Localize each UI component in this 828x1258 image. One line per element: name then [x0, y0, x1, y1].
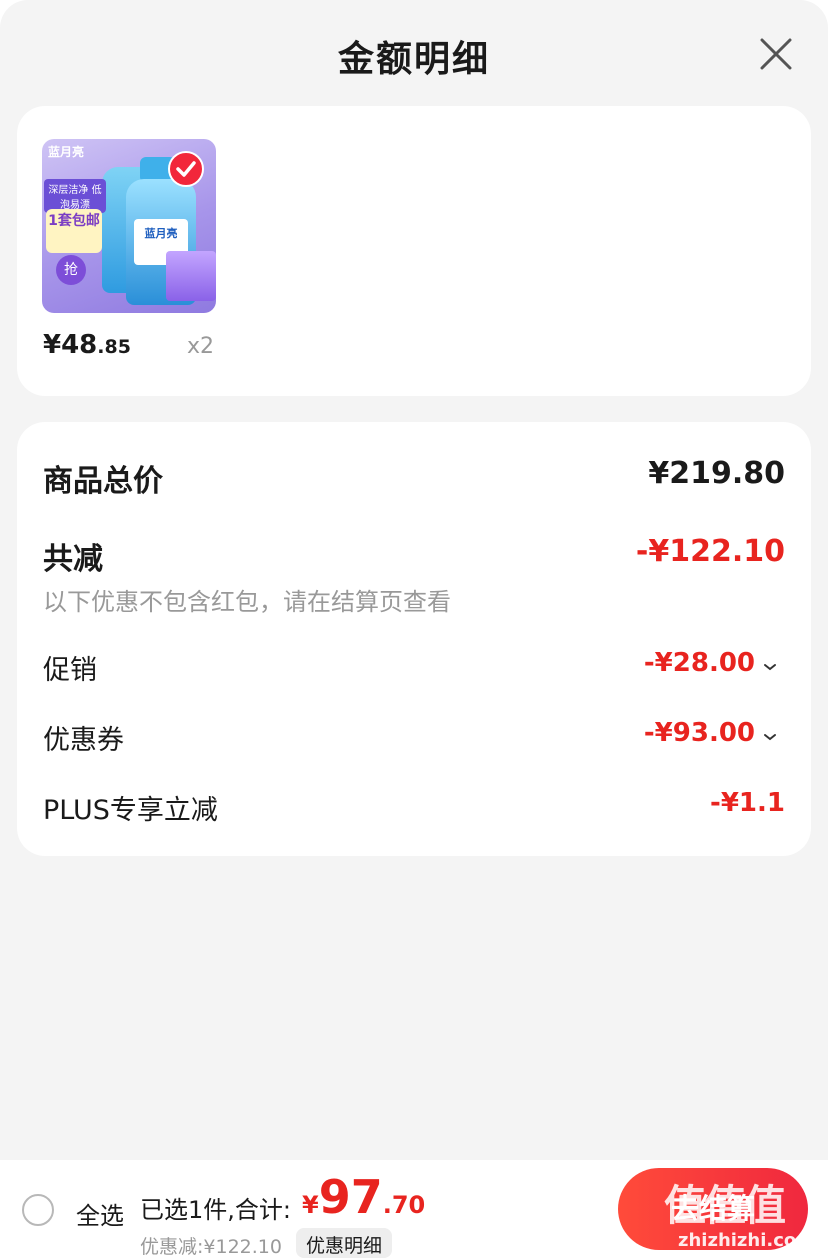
coupon-label: 优惠券 — [43, 725, 124, 756]
thumb-feature-tag: 深层洁净 低泡易漂 — [44, 179, 106, 213]
watermark-logo: 值值值 — [664, 1181, 786, 1230]
coupon-value: -¥93.00 — [643, 718, 755, 748]
total-price-value: ¥219.80 — [648, 456, 785, 491]
plus-discount-value: -¥1.1 — [710, 788, 785, 818]
chevron-down-icon[interactable] — [763, 732, 777, 742]
reduction-value: -¥122.10 — [635, 534, 785, 569]
thumb-shipping-tag: 1套包邮 — [46, 209, 102, 253]
watermark: 值值值 zhizhizhi.com — [664, 1172, 824, 1258]
close-icon — [760, 38, 792, 70]
chevron-down-icon[interactable] — [763, 662, 777, 672]
reduction-note: 以下优惠不包含红包，请在结算页查看 — [43, 588, 451, 616]
total-int: 97 — [318, 1170, 383, 1224]
total-amount: ¥97.70 — [302, 1170, 425, 1224]
product-image[interactable]: 蓝月亮 蓝月亮 深层洁净 低泡易漂 1套包邮 抢 — [42, 139, 216, 313]
gift-box-shape — [166, 251, 216, 301]
selected-check-icon[interactable] — [168, 151, 204, 187]
plus-discount-label: PLUS专享立减 — [43, 795, 218, 826]
product-price-dec: .85 — [97, 336, 131, 358]
price-summary-card: 商品总价 ¥219.80 共减 -¥122.10 以下优惠不包含红包，请在结算页… — [17, 422, 811, 856]
reduction-label: 共减 — [43, 542, 103, 577]
page-title: 金额明细 — [337, 39, 490, 80]
product-price: ¥48.85 — [43, 330, 131, 360]
promotion-label: 促销 — [43, 655, 97, 686]
product-quantity: x2 — [187, 334, 215, 359]
close-button[interactable] — [758, 36, 794, 72]
selected-count-text: 已选1件,合计: — [140, 1196, 291, 1224]
select-all-label[interactable]: 全选 — [76, 1196, 124, 1231]
discount-detail-button[interactable]: 优惠明细 — [296, 1228, 393, 1258]
product-card: 蓝月亮 蓝月亮 深层洁净 低泡易漂 1套包邮 抢 ¥48.85 x2 — [17, 106, 811, 396]
promotion-value: -¥28.00 — [643, 648, 755, 678]
select-all-checkbox[interactable] — [22, 1194, 54, 1226]
thumb-grab-badge: 抢 — [56, 255, 86, 285]
promotion-value-wrap: -¥28.00 — [644, 648, 777, 678]
watermark-url: zhizhizhi.com — [678, 1230, 816, 1251]
total-price-label: 商品总价 — [43, 464, 163, 499]
coupon-value-wrap: -¥93.00 — [644, 718, 777, 748]
amount-detail-sheet: 金额明细 蓝月亮 蓝月亮 深层洁净 低泡易漂 1套包邮 抢 ¥48.85 x2 … — [0, 0, 828, 1258]
total-currency: ¥ — [302, 1191, 319, 1219]
total-dec: .70 — [382, 1191, 426, 1219]
thumb-brand-logo: 蓝月亮 — [48, 145, 85, 159]
discount-text: 优惠减:¥122.10 — [140, 1236, 282, 1258]
product-price-int: ¥48 — [43, 330, 98, 360]
